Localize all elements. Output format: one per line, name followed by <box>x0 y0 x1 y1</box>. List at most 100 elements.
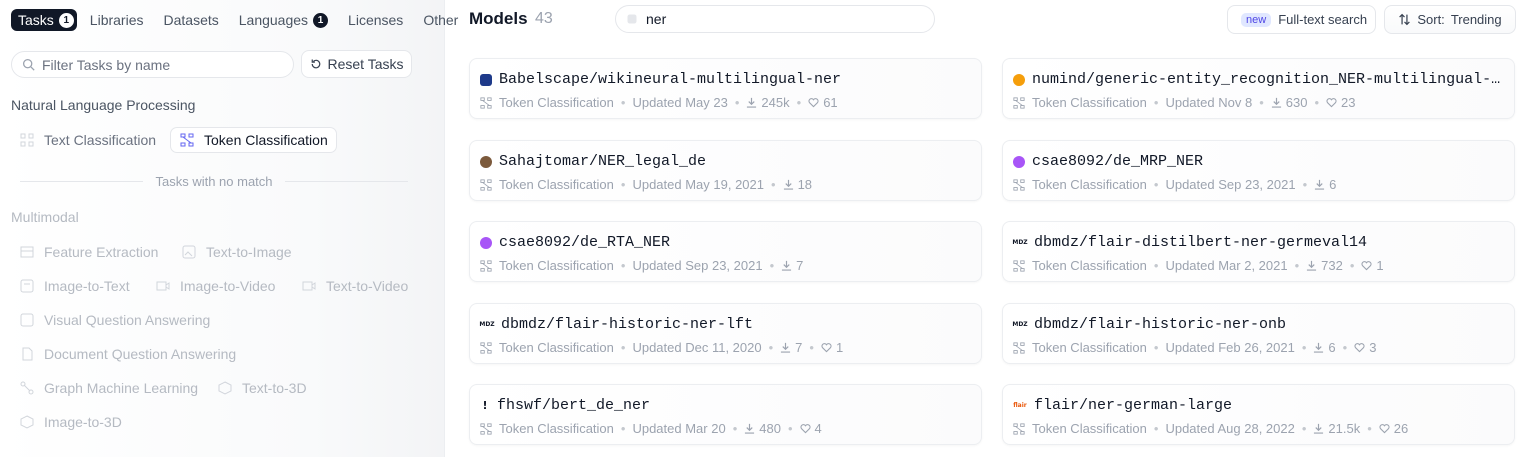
tab-libraries-label: Libraries <box>89 12 144 28</box>
model-card-header: MDZ dbmdz/flair-historic-ner-lft <box>479 316 975 333</box>
token-classification-icon <box>480 341 492 354</box>
model-name[interactable]: numind/generic-entity_recognition_NER-mu… <box>1032 71 1500 88</box>
model-name[interactable]: Babelscape/wikineural-multilingual-ner <box>499 71 841 88</box>
model-updated: Updated May 19, 2021 <box>632 177 764 192</box>
reset-icon <box>311 59 320 69</box>
task-image-to-text[interactable]: Image-to-Text <box>11 273 138 299</box>
task-text-classification[interactable]: Text Classification <box>11 127 164 153</box>
org-avatar-icon <box>480 236 492 249</box>
model-name[interactable]: fhswf/bert_de_ner <box>497 397 650 414</box>
task-label: Visual Question Answering <box>44 312 211 328</box>
model-search-input[interactable] <box>646 11 916 27</box>
model-name[interactable]: csae8092/de_RTA_NER <box>499 234 670 251</box>
reset-tasks-label: Reset Tasks <box>327 56 404 72</box>
model-card-meta: Token Classification • Updated Mar 20 • 480 •… <box>480 421 822 436</box>
model-card-meta: Token Classification • Updated Sep 23, 202… <box>480 258 803 273</box>
model-name[interactable]: Sahajtomar/NER_legal_de <box>499 153 706 170</box>
download-icon <box>783 179 793 190</box>
tab-datasets[interactable]: Datasets <box>157 9 226 31</box>
model-card[interactable]: MDZ dbmdz/flair-historic-ner-onb Token Cla… <box>1002 303 1515 364</box>
tab-libraries[interactable]: Libraries <box>83 9 151 31</box>
model-name[interactable]: dbmdz/flair-distilbert-ner-germeval14 <box>1034 234 1367 251</box>
feature-extraction-icon <box>19 244 35 260</box>
tab-other[interactable]: Other <box>416 9 465 31</box>
model-card-header: Babelscape/wikineural-multilingual-ner <box>480 71 975 88</box>
tab-licenses-label: Licenses <box>348 12 404 28</box>
model-updated: Updated Mar 20 <box>632 421 726 436</box>
sort-icon <box>1399 13 1411 26</box>
model-card[interactable]: csae8092/de_MRP_NER Token Classification •… <box>1002 140 1515 201</box>
downloads-count: 6 <box>1328 340 1336 355</box>
downloads-count: 245k <box>761 95 790 110</box>
task-text-to-image[interactable]: Text-to-Image <box>173 239 300 265</box>
model-name[interactable]: dbmdz/flair-historic-ner-lft <box>501 316 753 333</box>
filter-tasks-input[interactable] <box>42 56 272 73</box>
model-card-meta: Token Classification • Updated Nov 8 • 630 • 2… <box>1013 95 1355 110</box>
model-card[interactable]: numind/generic-entity_recognition_NER-mu… <box>1002 58 1515 119</box>
nlp-section-title: Natural Language Processing <box>11 97 196 113</box>
model-card[interactable]: MDZ dbmdz/flair-historic-ner-lft Token Cla… <box>469 303 982 364</box>
downloads-metric: 732 <box>1306 258 1343 273</box>
tab-licenses[interactable]: Licenses <box>341 9 410 31</box>
org-avatar-icon: MDZ <box>479 321 495 328</box>
multimodal-section-title: Multimodal <box>11 209 79 225</box>
model-card[interactable]: Babelscape/wikineural-multilingual-ner To… <box>469 58 982 119</box>
model-name[interactable]: csae8092/de_MRP_NER <box>1032 153 1203 170</box>
task-text-to-3d[interactable]: Text-to-3D <box>209 375 315 401</box>
separator-dot: • <box>1153 421 1159 436</box>
task-feature-extraction[interactable]: Feature Extraction <box>11 239 166 265</box>
task-token-classification[interactable]: Token Classification <box>170 127 337 153</box>
separator-dot: • <box>734 95 740 110</box>
model-search-box[interactable] <box>615 5 935 33</box>
separator-dot: • <box>620 421 626 436</box>
model-card-meta: Token Classification • Updated Mar 2, 2021… <box>1013 258 1384 273</box>
model-card[interactable]: flair flair/ner-german-large Token Classif… <box>1002 384 1515 445</box>
task-text-to-video[interactable]: Text-to-Video <box>293 273 416 299</box>
task-visual-question-answering[interactable]: Visual Question Answering <box>11 307 218 333</box>
task-token-classification-label: Token Classification <box>204 132 328 148</box>
download-icon <box>747 97 757 108</box>
likes-metric: 23 <box>1326 95 1355 110</box>
model-task: Token Classification <box>1032 95 1147 110</box>
model-card[interactable]: Sahajtomar/NER_legal_de Token Classificat… <box>469 140 982 201</box>
org-avatar-icon <box>480 155 492 168</box>
task-graph-machine-learning[interactable]: Graph Machine Learning <box>11 375 206 401</box>
model-name[interactable]: flair/ner-german-large <box>1034 397 1232 414</box>
model-card[interactable]: ! fhswf/bert_de_ner Token Classification • U… <box>469 384 982 445</box>
filter-tasks-field[interactable] <box>11 51 294 78</box>
search-icon <box>627 14 637 24</box>
model-task: Token Classification <box>1032 177 1147 192</box>
token-classification-icon <box>1013 341 1025 354</box>
task-label: Text-to-3D <box>242 380 307 396</box>
full-text-search-button[interactable]: new Full-text search <box>1227 5 1376 34</box>
downloads-metric: 6 <box>1314 177 1336 192</box>
separator-dot: • <box>771 177 776 192</box>
reset-tasks-button[interactable]: Reset Tasks <box>301 50 412 78</box>
tab-languages[interactable]: Languages 1 <box>232 9 335 31</box>
task-image-to-video[interactable]: Image-to-Video <box>147 273 283 299</box>
model-card[interactable]: MDZ dbmdz/flair-distilbert-ner-germeval14… <box>1002 221 1515 282</box>
org-avatar-icon: MDZ <box>1012 321 1028 328</box>
task-image-to-3d[interactable]: Image-to-3D <box>11 409 130 435</box>
separator-dot: • <box>620 95 626 110</box>
new-badge: new <box>1241 12 1272 27</box>
task-label: Image-to-3D <box>44 414 122 430</box>
download-icon <box>1315 179 1325 190</box>
model-name[interactable]: dbmdz/flair-historic-ner-onb <box>1034 316 1286 333</box>
tab-tasks[interactable]: Tasks 1 <box>11 9 77 31</box>
heart-icon <box>1326 98 1337 108</box>
likes-count: 23 <box>1341 95 1356 110</box>
model-task: Token Classification <box>1032 258 1147 273</box>
sort-value: Trending <box>1450 12 1502 27</box>
model-card[interactable]: csae8092/de_RTA_NER Token Classification •… <box>469 221 982 282</box>
task-document-question-answering[interactable]: Document Question Answering <box>11 341 244 367</box>
token-classification-icon <box>1013 178 1025 191</box>
sort-button[interactable]: Sort: Trending <box>1384 5 1516 34</box>
no-match-label: Tasks with no match <box>155 174 273 189</box>
no-match-divider: Tasks with no match <box>20 174 409 189</box>
heart-icon <box>808 98 819 108</box>
text-to-image-icon <box>181 244 197 260</box>
sidebar: Tasks 1 Libraries Datasets Languages 1 L… <box>0 0 458 457</box>
document-qa-icon <box>19 346 35 362</box>
download-icon <box>745 423 755 434</box>
